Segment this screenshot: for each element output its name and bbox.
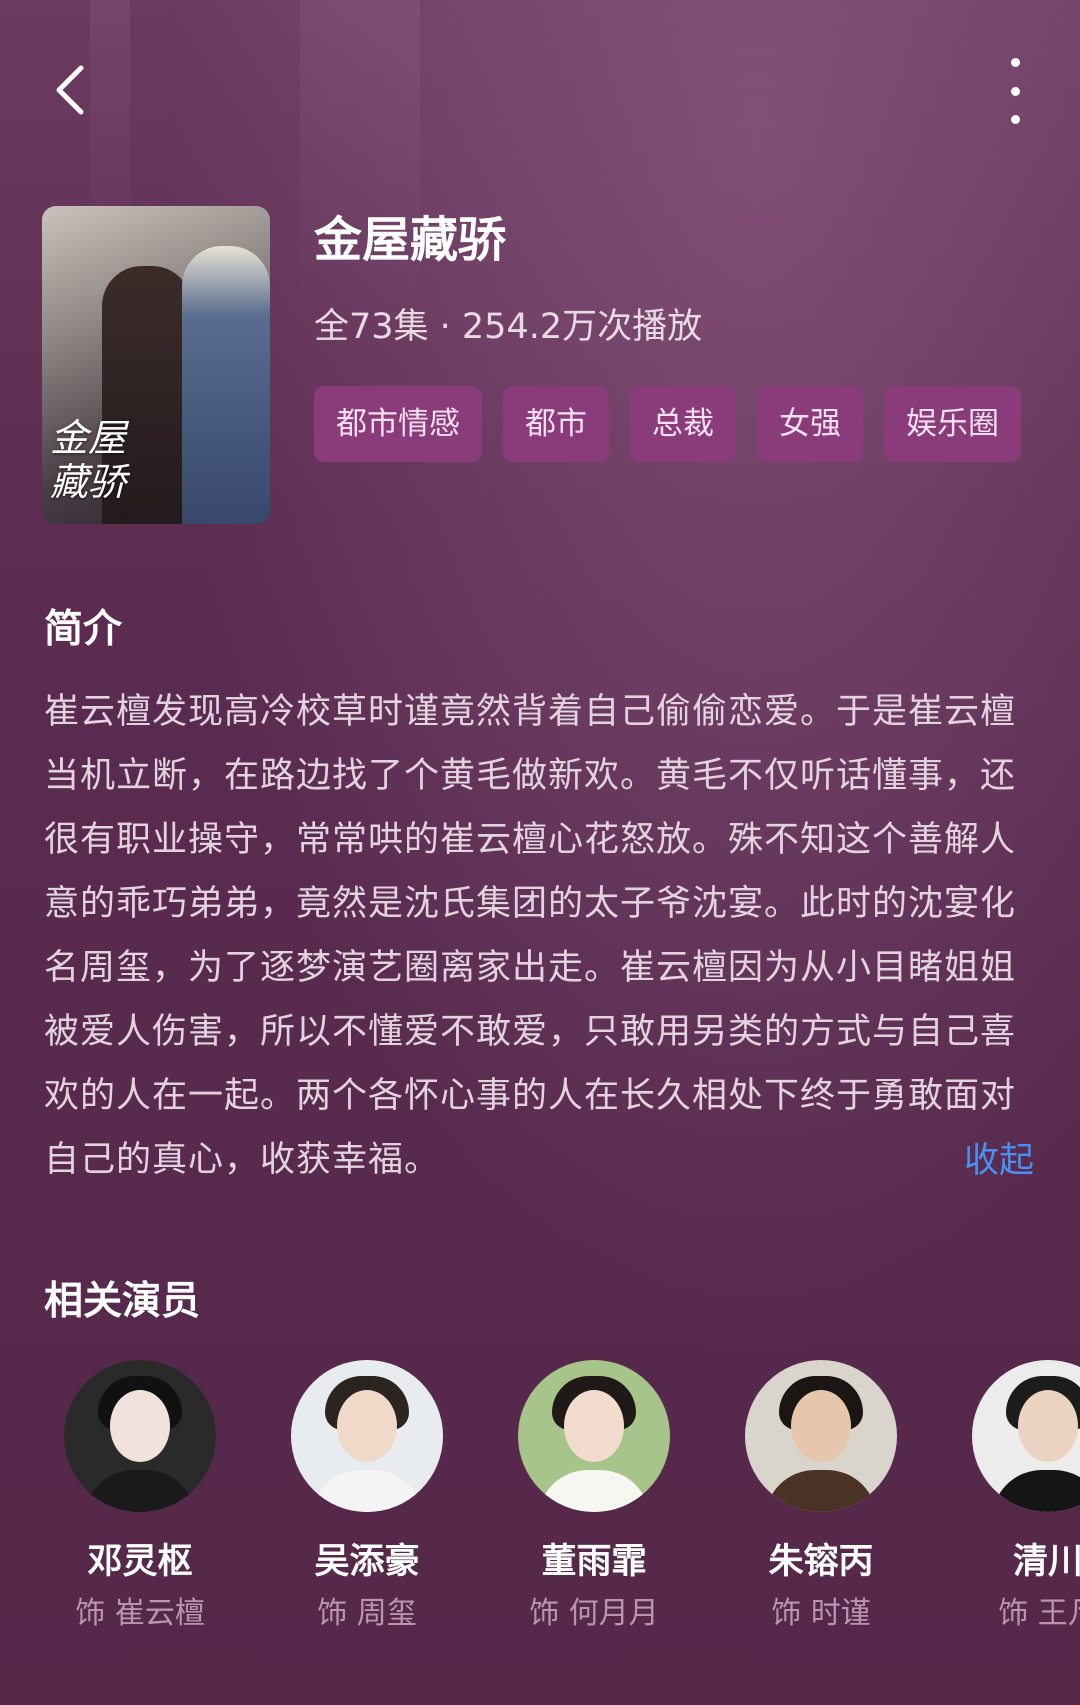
actor-name: 董雨霏 <box>541 1542 647 1582</box>
avatar <box>972 1360 1080 1512</box>
cast-list: 邓灵枢 饰 崔云檀 吴添豪 饰 周玺 董雨霏 饰 何月月 朱镕丙 饰 时谨 清川… <box>0 1360 1080 1660</box>
top-bar <box>0 0 1080 190</box>
more-button[interactable] <box>995 58 1035 124</box>
avatar <box>64 1360 216 1512</box>
actor-role: 饰 何月月 <box>529 1596 659 1631</box>
actor-role: 饰 王凡 <box>998 1596 1080 1631</box>
avatar <box>518 1360 670 1512</box>
actor-name: 清川 <box>1012 1542 1080 1582</box>
poster-title: 金屋藏骄 <box>50 416 127 504</box>
drama-meta: 全73集 · 254.2万次播放 <box>314 307 703 347</box>
back-button[interactable] <box>45 60 95 120</box>
intro-heading: 简介 <box>44 607 123 652</box>
actor-name: 吴添豪 <box>314 1542 420 1582</box>
tag[interactable]: 都市 <box>503 386 609 462</box>
actor-card[interactable]: 董雨霏 饰 何月月 <box>479 1360 709 1634</box>
chevron-left-icon <box>56 65 84 115</box>
tag[interactable]: 娱乐圈 <box>884 386 1021 462</box>
actor-name: 邓灵枢 <box>87 1542 193 1582</box>
poster-figure <box>182 246 270 524</box>
collapse-button[interactable]: 收起 <box>964 1133 1034 1189</box>
actor-card[interactable]: 清川 饰 王凡 <box>933 1360 1080 1634</box>
intro-text: 崔云檀发现高冷校草时谨竟然背着自己偷偷恋爱。于是崔云檀当机立断，在路边找了个黄毛… <box>44 692 1017 1180</box>
cast-heading: 相关演员 <box>44 1279 201 1324</box>
tag[interactable]: 女强 <box>757 386 863 462</box>
actor-card[interactable]: 邓灵枢 饰 崔云檀 <box>25 1360 255 1634</box>
actor-role: 饰 周玺 <box>317 1596 417 1631</box>
tag[interactable]: 总裁 <box>630 386 736 462</box>
avatar <box>291 1360 443 1512</box>
actor-name: 朱镕丙 <box>768 1542 874 1582</box>
drama-poster[interactable]: 金屋藏骄 <box>42 206 270 524</box>
actor-card[interactable]: 朱镕丙 饰 时谨 <box>706 1360 936 1634</box>
actor-role: 饰 崔云檀 <box>75 1596 205 1631</box>
avatar <box>745 1360 897 1512</box>
more-vertical-icon <box>1010 86 1020 96</box>
more-vertical-icon <box>1010 115 1020 124</box>
actor-role: 饰 时谨 <box>771 1596 871 1631</box>
tag[interactable]: 都市情感 <box>314 386 482 462</box>
more-vertical-icon <box>1010 58 1020 67</box>
actor-card[interactable]: 吴添豪 饰 周玺 <box>252 1360 482 1634</box>
tag-list: 都市情感 都市 总裁 女强 娱乐圈 <box>314 386 1021 462</box>
drama-title: 金屋藏骄 <box>314 212 507 268</box>
